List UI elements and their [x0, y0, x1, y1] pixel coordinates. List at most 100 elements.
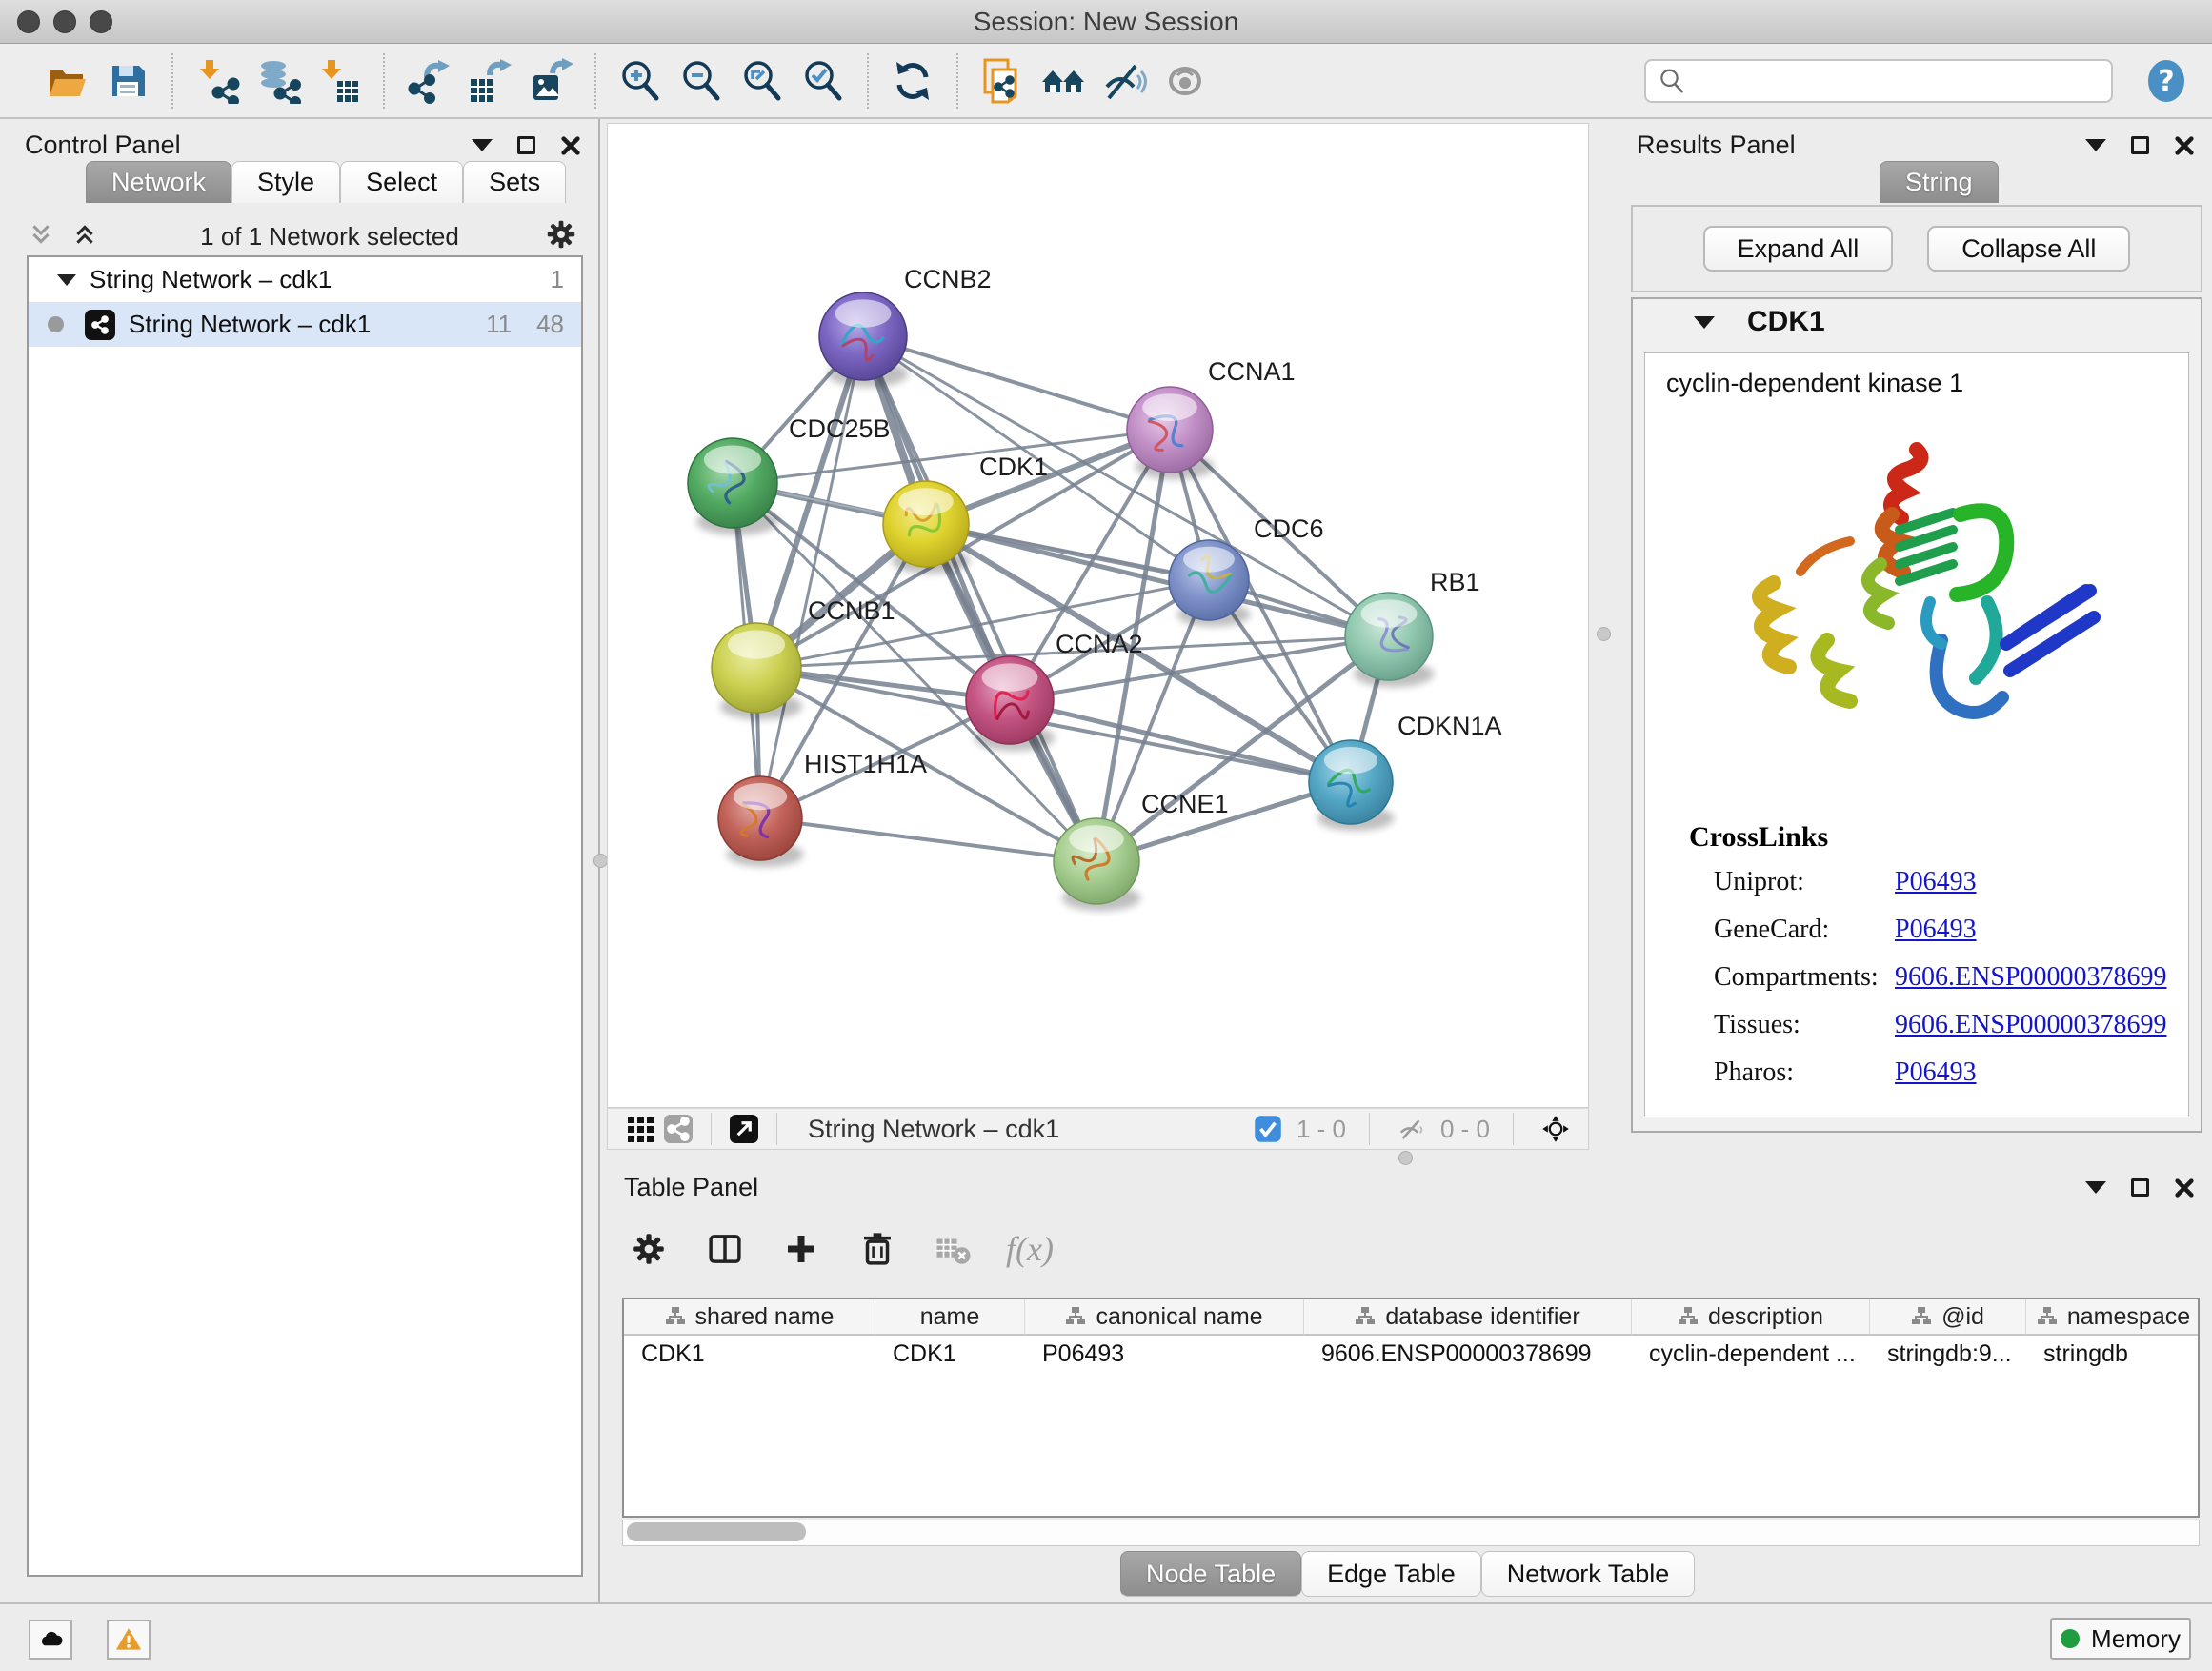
refresh-button[interactable]: [882, 50, 943, 111]
cell-canonical-name[interactable]: P06493: [1025, 1336, 1304, 1372]
network-node-ccna2[interactable]: [966, 656, 1055, 751]
panel-menu-caret-icon[interactable]: [472, 139, 493, 151]
right-splitter-handle[interactable]: [1597, 627, 1611, 641]
panel-float-icon[interactable]: [517, 136, 535, 154]
panel-close-icon[interactable]: [2174, 1178, 2195, 1198]
panel-close-icon[interactable]: [560, 135, 581, 156]
panel-menu-caret-icon[interactable]: [2085, 139, 2106, 151]
cell-namespace[interactable]: stringdb: [2026, 1336, 2200, 1372]
eye-button[interactable]: [1155, 50, 1216, 111]
panel-menu-caret-icon[interactable]: [2085, 1181, 2106, 1194]
cell-database-identifier[interactable]: 9606.ENSP00000378699: [1304, 1336, 1632, 1372]
tab-node-table[interactable]: Node Table: [1120, 1551, 1301, 1597]
network-node-rb1[interactable]: [1345, 593, 1434, 687]
network-node-ccnb1[interactable]: [712, 623, 802, 720]
show-columns-icon[interactable]: [701, 1225, 749, 1273]
genecard-link[interactable]: P06493: [1895, 915, 1977, 945]
cell-description[interactable]: cyclin-dependent ...: [1632, 1336, 1870, 1372]
network-options-gear-icon[interactable]: [543, 216, 579, 257]
memory-button[interactable]: Memory: [2050, 1618, 2191, 1660]
column-header[interactable]: canonical name: [1025, 1299, 1304, 1336]
network-row-selected[interactable]: String Network – cdk1 11 48: [29, 302, 581, 347]
column-header[interactable]: database identifier: [1304, 1299, 1632, 1336]
tree-expand-caret-icon[interactable]: [57, 274, 76, 286]
search-input[interactable]: [1696, 67, 2100, 96]
zoom-out-button[interactable]: [671, 50, 732, 111]
column-header[interactable]: namespace: [2026, 1299, 2200, 1336]
grid-view-icon[interactable]: [621, 1110, 659, 1148]
open-session-button[interactable]: [36, 50, 97, 111]
network-node-cdc25b[interactable]: [688, 438, 778, 535]
uniprot-link[interactable]: P06493: [1895, 867, 1977, 897]
network-edge[interactable]: [863, 336, 1170, 430]
network-node-cdc6[interactable]: [1169, 540, 1251, 627]
network-node-cdk1[interactable]: [883, 481, 970, 574]
node-table[interactable]: shared name name canonical name database…: [622, 1298, 2200, 1518]
tab-network-table[interactable]: Network Table: [1481, 1551, 1696, 1597]
zoom-in-button[interactable]: [610, 50, 671, 111]
tab-style[interactable]: Style: [231, 161, 340, 203]
cloud-status-button[interactable]: [29, 1620, 72, 1660]
window-minimize-button[interactable]: [53, 10, 76, 33]
import-network-database-button[interactable]: [248, 50, 309, 111]
cell-id[interactable]: stringdb:9...: [1870, 1336, 2026, 1372]
birdseye-toggle-icon[interactable]: [725, 1110, 763, 1148]
help-button[interactable]: ?: [2140, 54, 2193, 108]
expand-all-button[interactable]: Expand All: [1703, 226, 1894, 272]
panel-float-icon[interactable]: [2131, 136, 2149, 154]
pan-crosshair-icon[interactable]: [1537, 1110, 1575, 1148]
gene-section-header[interactable]: CDK1: [1633, 299, 2201, 345]
cell-shared-name[interactable]: CDK1: [624, 1336, 875, 1372]
window-zoom-button[interactable]: [90, 10, 112, 33]
string-protein-query-button[interactable]: [972, 50, 1033, 111]
tab-edge-table[interactable]: Edge Table: [1301, 1551, 1481, 1597]
column-header[interactable]: name: [875, 1299, 1025, 1336]
network-node-cdkn1a[interactable]: [1309, 740, 1394, 831]
import-network-file-button[interactable]: [187, 50, 248, 111]
network-edge[interactable]: [760, 818, 1096, 861]
gene-collapse-caret-icon[interactable]: [1694, 316, 1715, 329]
network-node-ccnb2[interactable]: [819, 292, 908, 387]
network-graph[interactable]: CCNB2CCNA1CDC25BCDK1CDC6RB1CCNB1CCNA2CDK…: [608, 124, 1588, 1107]
column-header[interactable]: @id: [1870, 1299, 2026, 1336]
selected-checkbox-icon[interactable]: [1249, 1110, 1287, 1148]
pharos-link[interactable]: P06493: [1895, 1057, 1977, 1088]
panel-float-icon[interactable]: [2131, 1178, 2149, 1197]
scrollbar-thumb[interactable]: [627, 1522, 806, 1541]
export-image-button[interactable]: [520, 50, 581, 111]
network-edge[interactable]: [863, 336, 1096, 861]
panel-close-icon[interactable]: [2174, 135, 2195, 156]
hide-unhide-button[interactable]: [1094, 50, 1155, 111]
table-row[interactable]: CDK1 CDK1 P06493 9606.ENSP00000378699 cy…: [624, 1336, 2198, 1372]
bottom-splitter-handle[interactable]: [1398, 1151, 1413, 1165]
expand-all-icon[interactable]: [72, 222, 97, 252]
network-node-ccne1[interactable]: [1054, 818, 1140, 911]
warnings-button[interactable]: [107, 1620, 151, 1660]
delete-column-icon[interactable]: [854, 1225, 901, 1273]
export-table-button[interactable]: [459, 50, 520, 111]
tissues-link[interactable]: 9606.ENSP00000378699: [1895, 1010, 2166, 1040]
hidden-eye-slash-icon[interactable]: [1393, 1110, 1431, 1148]
left-splitter-handle[interactable]: [593, 854, 608, 868]
save-session-button[interactable]: [97, 50, 158, 111]
tab-sets[interactable]: Sets: [463, 161, 566, 203]
home-pair-button[interactable]: [1033, 50, 1094, 111]
cell-name[interactable]: CDK1: [875, 1336, 1025, 1372]
export-network-button[interactable]: [398, 50, 459, 111]
network-node-ccna1[interactable]: [1127, 387, 1214, 479]
compartments-link[interactable]: 9606.ENSP00000378699: [1895, 962, 2166, 993]
share-view-icon[interactable]: [659, 1110, 697, 1148]
column-header[interactable]: shared name: [624, 1299, 875, 1336]
window-close-button[interactable]: [17, 10, 40, 33]
network-canvas[interactable]: CCNB2CCNA1CDC25BCDK1CDC6RB1CCNB1CCNA2CDK…: [607, 123, 1589, 1108]
collapse-all-icon[interactable]: [29, 222, 53, 252]
tab-network[interactable]: Network: [86, 161, 231, 203]
add-column-icon[interactable]: [777, 1225, 825, 1273]
zoom-fit-button[interactable]: [732, 50, 793, 111]
import-table-file-button[interactable]: [309, 50, 370, 111]
zoom-selected-button[interactable]: [793, 50, 854, 111]
tab-string-results[interactable]: String: [1880, 161, 1999, 203]
table-horizontal-scrollbar[interactable]: [622, 1520, 2200, 1546]
table-options-gear-icon[interactable]: [625, 1225, 673, 1273]
tab-select[interactable]: Select: [340, 161, 463, 203]
